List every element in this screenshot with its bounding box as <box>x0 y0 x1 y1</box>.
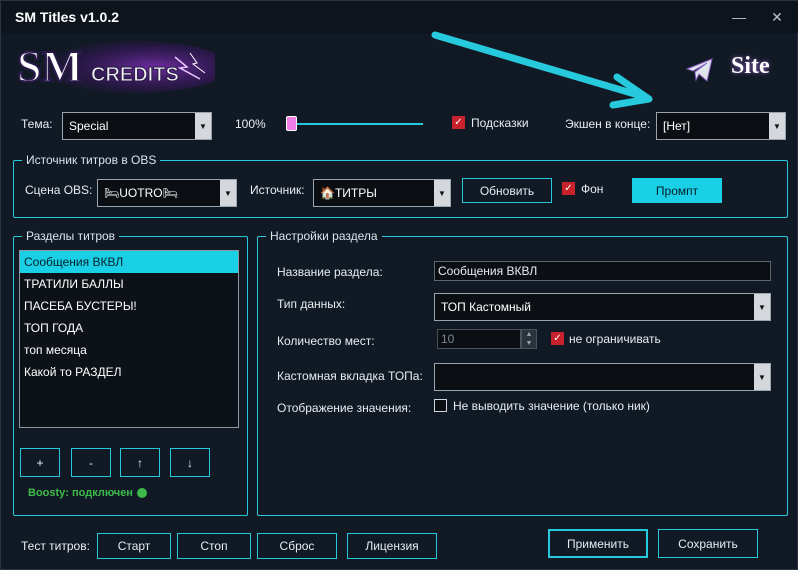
obs-group-title: Источник титров в OBS <box>22 153 161 167</box>
scene-label: Сцена OBS: <box>25 183 93 197</box>
svg-text:CREDITS: CREDITS <box>91 64 179 86</box>
list-item[interactable]: ТОП ГОДА <box>20 317 238 339</box>
end-action-label: Экшен в конце: <box>565 117 651 131</box>
sm-credits-logo: SM CREDITS <box>15 39 230 93</box>
stop-button[interactable]: Стоп <box>177 533 251 559</box>
background-label: Фон <box>581 182 604 196</box>
refresh-button[interactable]: Обновить <box>462 178 552 203</box>
chevron-down-icon: ▼ <box>195 113 211 139</box>
window-title: SM Titles v1.0.2 <box>15 9 120 25</box>
hide-value-label: Не выводить значение (только ник) <box>453 399 650 413</box>
title-bar: SM Titles v1.0.2 — ✕ <box>1 1 798 33</box>
section-name-label: Название раздела: <box>277 265 383 279</box>
prompt-button[interactable]: Промпт <box>632 178 722 203</box>
chevron-down-icon: ▼ <box>754 364 770 390</box>
stepper-arrows-icon[interactable]: ▲ ▼ <box>521 329 537 349</box>
test-titles-label: Тест титров: <box>21 539 90 553</box>
value-display-label: Отображение значения: <box>277 401 412 415</box>
place-count-stepper[interactable]: 10 <box>437 329 521 349</box>
save-button[interactable]: Сохранить <box>658 529 758 558</box>
source-value: 🏠ТИТРЫ <box>320 186 377 200</box>
data-type-select[interactable]: ТОП Кастомный ▼ <box>434 293 771 321</box>
theme-value: Special <box>69 119 109 133</box>
app-window: SM Titles v1.0.2 — ✕ SM CREDITS Site Тем… <box>0 0 798 570</box>
chevron-down-icon: ▼ <box>434 180 450 206</box>
zoom-value: 100% <box>235 117 266 131</box>
boosty-status: Boosty: подключен <box>28 487 133 499</box>
section-name-input[interactable]: Сообщения ВКВЛ <box>434 261 771 281</box>
sections-group-title: Разделы титров <box>22 229 120 243</box>
unlimited-checkbox[interactable] <box>551 332 564 345</box>
list-item[interactable]: топ месяца <box>20 339 238 361</box>
place-count-label: Количество мест: <box>277 334 375 348</box>
license-button[interactable]: Лицензия <box>347 533 437 559</box>
theme-select[interactable]: Special ▼ <box>62 112 212 140</box>
status-dot-icon <box>137 488 147 498</box>
scene-select[interactable]: 🛏UOTRO🛏 ▼ <box>97 179 237 207</box>
source-label: Источник: <box>250 183 305 197</box>
zoom-slider-handle[interactable] <box>286 116 297 131</box>
minimize-icon[interactable]: — <box>729 7 749 27</box>
start-button[interactable]: Старт <box>97 533 171 559</box>
theme-label: Тема: <box>21 117 53 131</box>
settings-group-title: Настройки раздела <box>266 229 382 243</box>
apply-button[interactable]: Применить <box>548 529 648 558</box>
hints-label: Подсказки <box>471 116 529 130</box>
telegram-icon[interactable] <box>685 57 715 83</box>
close-icon[interactable]: ✕ <box>767 7 787 27</box>
remove-section-button[interactable]: - <box>71 448 111 477</box>
data-type-label: Тип данных: <box>277 297 346 311</box>
zoom-slider-track[interactable] <box>287 123 423 125</box>
end-action-select[interactable]: [Нет] ▼ <box>656 112 786 140</box>
hints-checkbox[interactable] <box>452 116 465 129</box>
list-item[interactable]: Сообщения ВКВЛ <box>20 251 238 273</box>
end-action-value: [Нет] <box>663 119 691 133</box>
hide-value-checkbox[interactable] <box>434 399 447 412</box>
background-checkbox[interactable] <box>562 182 575 195</box>
svg-text:SM: SM <box>17 42 83 91</box>
chevron-down-icon: ▼ <box>769 113 785 139</box>
custom-tab-select[interactable]: ▼ <box>434 363 771 391</box>
scene-value: 🛏UOTRO🛏 <box>104 186 178 200</box>
sections-list[interactable]: Сообщения ВКВЛ ТРАТИЛИ БАЛЛЫ ПАСЕБА БУСТ… <box>19 250 239 428</box>
custom-tab-label: Кастомная вкладка ТОПа: <box>277 369 423 383</box>
chevron-down-icon: ▼ <box>754 294 770 320</box>
list-item[interactable]: ПАСЕБА БУСТЕРЫ! <box>20 295 238 317</box>
unlimited-label: не ограничивать <box>569 332 661 346</box>
data-type-value: ТОП Кастомный <box>441 300 531 314</box>
add-section-button[interactable]: + <box>20 448 60 477</box>
source-select[interactable]: 🏠ТИТРЫ ▼ <box>313 179 451 207</box>
move-up-button[interactable]: ↑ <box>120 448 160 477</box>
list-item[interactable]: ТРАТИЛИ БАЛЛЫ <box>20 273 238 295</box>
move-down-button[interactable]: ↓ <box>170 448 210 477</box>
reset-button[interactable]: Сброс <box>257 533 337 559</box>
annotation-arrow-icon <box>427 27 667 109</box>
chevron-down-icon: ▼ <box>220 180 236 206</box>
list-item[interactable]: Какой то РАЗДЕЛ <box>20 361 238 383</box>
site-link[interactable]: Site <box>731 53 770 80</box>
